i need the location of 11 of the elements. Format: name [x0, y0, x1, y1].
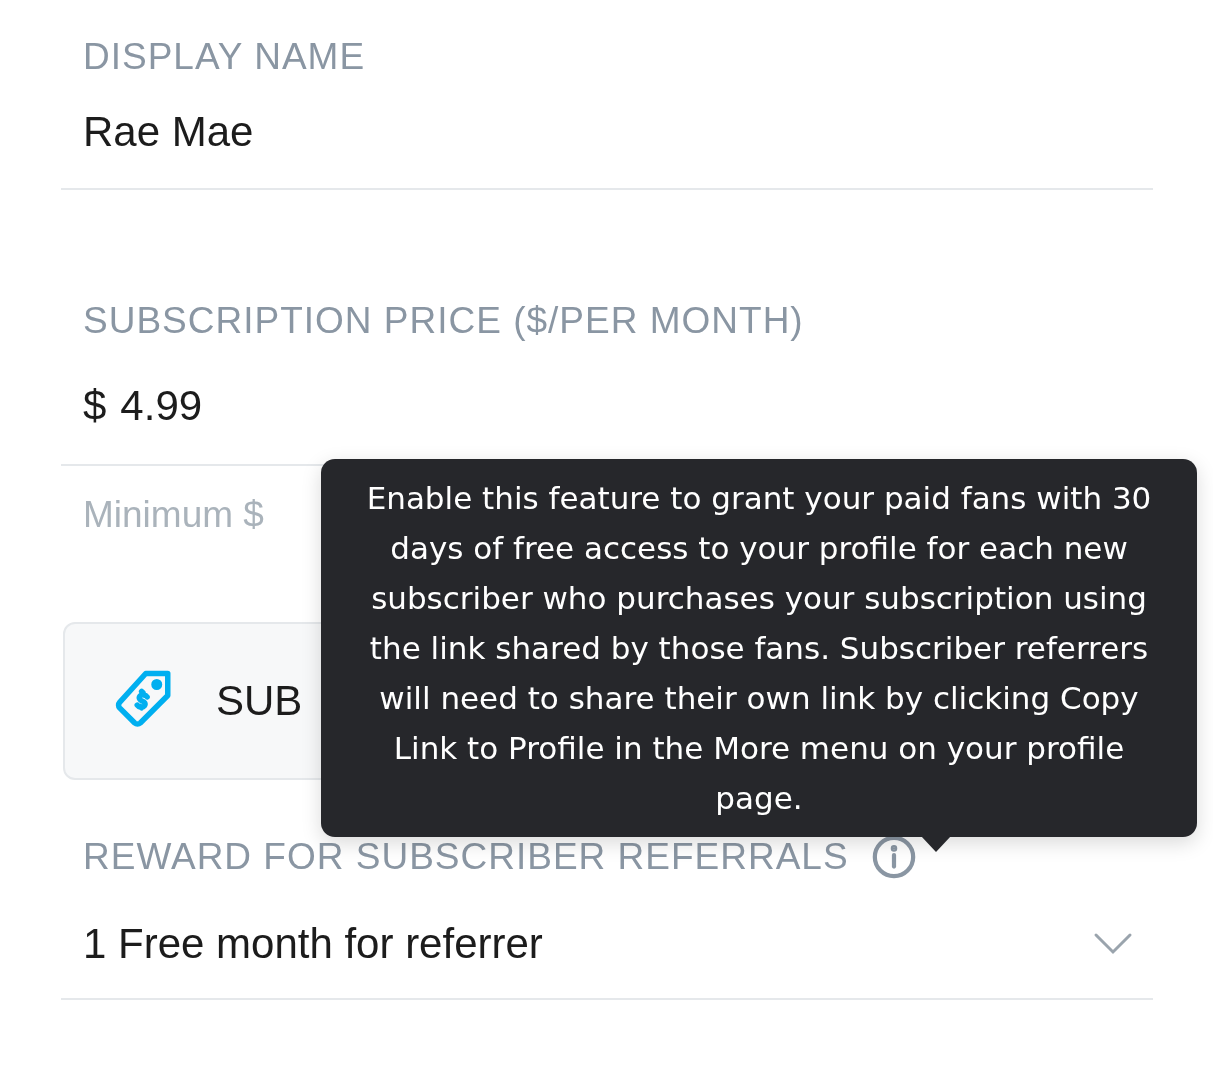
- field-label: REWARD FOR SUBSCRIBER REFERRALS: [83, 836, 849, 878]
- tooltip-pointer: [921, 836, 951, 852]
- reward-select-value[interactable]: 1 Free month for referrer: [61, 920, 543, 968]
- field-hint: Minimum $: [82, 494, 264, 536]
- field-label: SUBSCRIPTION PRICE ($/PER MONTH): [82, 300, 805, 342]
- display-name-value[interactable]: Rae Mae: [61, 108, 1153, 156]
- price-value[interactable]: 4.99: [120, 382, 203, 430]
- currency-symbol: $: [83, 382, 107, 430]
- tooltip: Enable this feature to grant your paid fans with 30 days of free access to your profile for each new subscriber who purchases your subscription using the link shared by those fans. Subscriber referrers will need to share their own link by clicking Copy Link to Profile in the More menu on your profile page.: [321, 459, 1197, 837]
- info-icon[interactable]: [870, 834, 917, 880]
- field-label: DISPLAY NAME: [82, 36, 367, 78]
